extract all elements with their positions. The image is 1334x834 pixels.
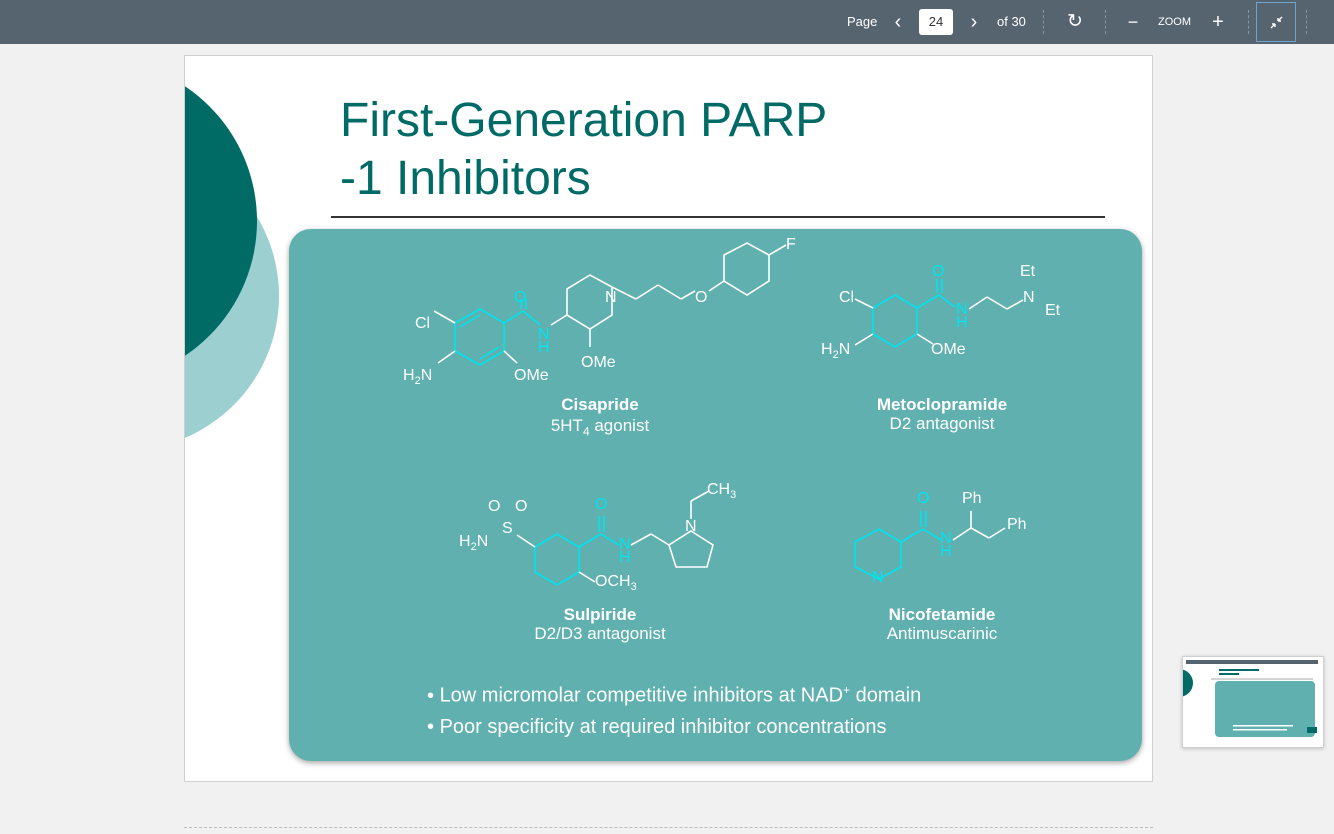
title-divider	[331, 216, 1105, 218]
title-line-1: First-Generation PARP	[340, 94, 828, 147]
drug-description: 5HT4 agonist	[550, 416, 650, 439]
bullet-item: Low micromolar competitive inhibitors at…	[427, 675, 922, 712]
atom-label: O	[515, 498, 528, 515]
atom-label: OMe	[931, 341, 966, 358]
metoclopramide-structure	[854, 279, 1024, 348]
atom-label: F	[786, 236, 796, 253]
atom-label: NH	[619, 536, 631, 566]
atom-label: Ph	[962, 490, 982, 507]
drug-description: D2 antagonist	[889, 414, 995, 433]
atom-label: Et	[1020, 263, 1036, 280]
content-panel: Cl H2N OMe O NH OMe N O F Cisapride 5HT4…	[289, 229, 1142, 761]
atom-label: NH	[940, 530, 952, 560]
atom-label: Ph	[1007, 516, 1027, 533]
atom-label: O	[488, 498, 501, 515]
drug-description: Antimuscarinic	[886, 624, 998, 643]
drug-name: Sulpiride	[563, 605, 637, 624]
atom-label: Et	[1045, 302, 1061, 319]
viewer-toolbar: Page ‹ 24 › of 30 ↻ − ZOOM +	[0, 0, 1334, 44]
atom-label: O	[595, 496, 608, 513]
page-count: of 30	[997, 14, 1026, 29]
atom-label: N	[1023, 289, 1035, 306]
chevron-right-icon[interactable]: ›	[966, 0, 982, 44]
atom-label: N	[685, 518, 697, 535]
atom-label: S	[502, 520, 513, 537]
slide-title: First-Generation PARP -1 Inhibitors	[340, 92, 827, 208]
drug-name: Nicofetamide	[888, 605, 996, 624]
atom-label: NH	[538, 326, 550, 356]
drug-name: Metoclopramide	[876, 395, 1008, 414]
atom-label: O	[695, 289, 708, 306]
slide-page: First-Generation PARP -1 Inhibitors Cl H…	[184, 55, 1153, 782]
next-page-edge	[184, 827, 1153, 828]
zoom-in-button[interactable]: +	[1210, 0, 1226, 44]
bullet-item: Poor specificity at required inhibitor c…	[427, 712, 921, 743]
rotate-icon[interactable]: ↻	[1064, 0, 1086, 44]
thumbnail-preview	[1165, 660, 1318, 737]
atom-label: N	[605, 289, 617, 306]
zoom-out-button[interactable]: −	[1125, 0, 1141, 44]
atom-label: N	[872, 569, 884, 586]
atom-label: H2N	[459, 533, 489, 554]
page-thumbnail[interactable]	[1165, 656, 1324, 748]
page-label: Page	[847, 14, 878, 29]
atom-label: Cl	[415, 315, 431, 332]
atom-label: CH3	[707, 481, 737, 502]
atom-label: O	[932, 263, 945, 280]
collapse-button[interactable]	[1256, 2, 1296, 42]
chevron-left-icon[interactable]: ‹	[890, 0, 906, 44]
atom-label: O	[514, 289, 527, 306]
toolbar-divider	[1306, 10, 1307, 34]
atom-label: O	[917, 490, 930, 507]
title-line-2: -1 Inhibitors	[340, 152, 591, 205]
page-number-input[interactable]: 24	[919, 9, 953, 35]
sulpiride-structure	[516, 490, 714, 586]
zoom-label: ZOOM	[1158, 16, 1191, 28]
atom-label: Cl	[839, 289, 855, 306]
toolbar-divider	[1105, 10, 1106, 34]
toolbar-divider	[1043, 10, 1044, 34]
atom-label: OMe	[581, 354, 616, 371]
atom-label: H2N	[403, 367, 433, 388]
atom-label: H2N	[821, 341, 851, 362]
atom-label: NH	[956, 301, 968, 331]
drug-name: Cisapride	[561, 395, 639, 414]
bullet-list: Low micromolar competitive inhibitors at…	[427, 675, 922, 743]
toolbar-divider	[1248, 10, 1249, 34]
atom-label: OCH3	[595, 573, 637, 594]
drug-description: D2/D3 antagonist	[534, 624, 666, 643]
atom-label: OMe	[514, 367, 549, 384]
collapse-icon	[1270, 16, 1283, 29]
